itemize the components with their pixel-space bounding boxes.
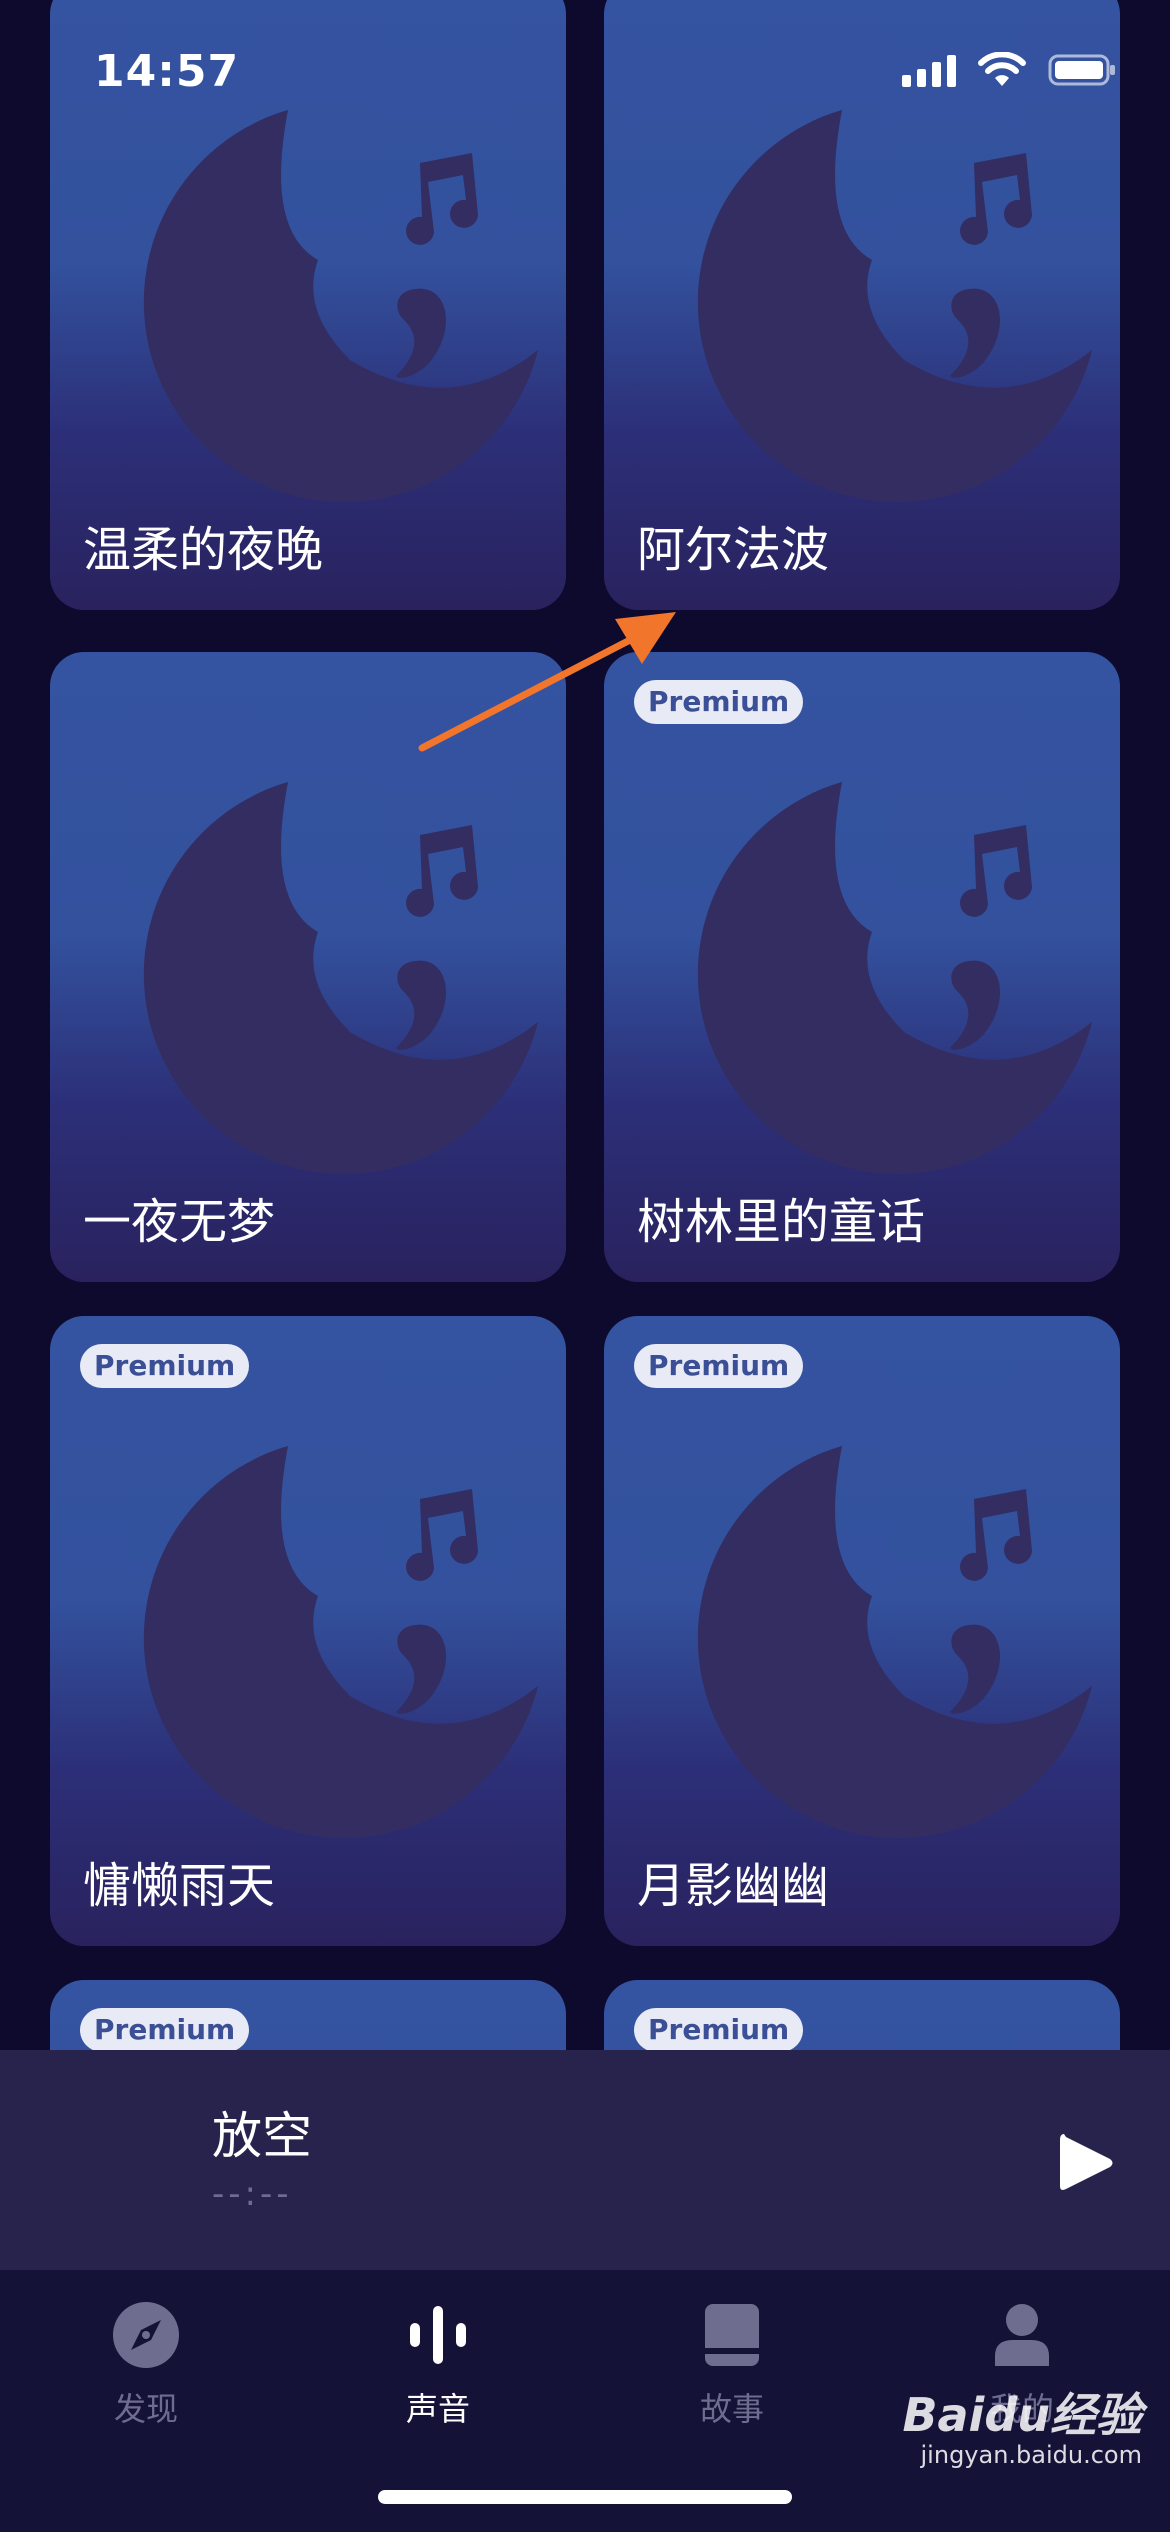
card-title: 慵懒雨天 [83,1858,276,1914]
home-indicator [378,2490,792,2504]
watermark-url: jingyan.baidu.com [920,2441,1142,2469]
sound-card[interactable]: Premium [604,1980,1120,2050]
status-time: 14:57 [94,46,240,97]
book-icon [705,2304,759,2366]
tab-discover[interactable]: 发现 [46,2300,246,2440]
mini-player[interactable]: 放空 --:-- [0,2050,1170,2270]
cellular-signal-icon [902,53,956,87]
tab-stories[interactable]: 故事 [632,2300,832,2440]
sound-card[interactable]: 阿尔法波 [604,0,1120,610]
tab-label: 故事 [699,2390,764,2428]
play-icon[interactable] [1056,2130,1116,2196]
sound-card[interactable]: 一夜无梦 [50,652,566,1282]
tab-label: 声音 [405,2390,470,2428]
card-title: 阿尔法波 [637,522,830,578]
person-icon [995,2304,1049,2366]
sound-card[interactable]: Premium [50,1980,566,2050]
battery-icon [1048,54,1115,86]
premium-badge: Premium [634,680,804,724]
tab-label: 发现 [113,2390,178,2428]
card-title: 一夜无梦 [83,1194,276,1250]
player-time: --:-- [212,2174,293,2214]
premium-badge: Premium [634,2008,804,2050]
tab-sound[interactable]: 声音 [338,2300,538,2440]
sound-card[interactable]: Premium 月影幽幽 [604,1316,1120,1946]
sound-grid: 温柔的夜晚 阿尔法波 一夜无梦 Premium 树林里的童话 Premium 慵… [0,0,1170,2050]
sound-waves-icon [410,2306,466,2364]
sound-card[interactable]: Premium 树林里的童话 [604,652,1120,1282]
sound-card[interactable]: Premium 慵懒雨天 [50,1316,566,1946]
premium-badge: Premium [634,1344,804,1388]
card-title: 树林里的童话 [637,1194,926,1250]
card-title: 温柔的夜晚 [83,522,324,578]
card-title: 月影幽幽 [637,1858,830,1914]
premium-badge: Premium [80,2008,250,2050]
compass-icon [113,2302,179,2368]
premium-badge: Premium [80,1344,250,1388]
watermark-logo: Baidu经验 [902,2388,1142,2442]
baidu-watermark: Baidu经验 jingyan.baidu.com [902,2390,1142,2470]
player-title: 放空 [212,2107,312,2165]
status-icons [902,50,1118,90]
wifi-icon [978,52,1026,86]
